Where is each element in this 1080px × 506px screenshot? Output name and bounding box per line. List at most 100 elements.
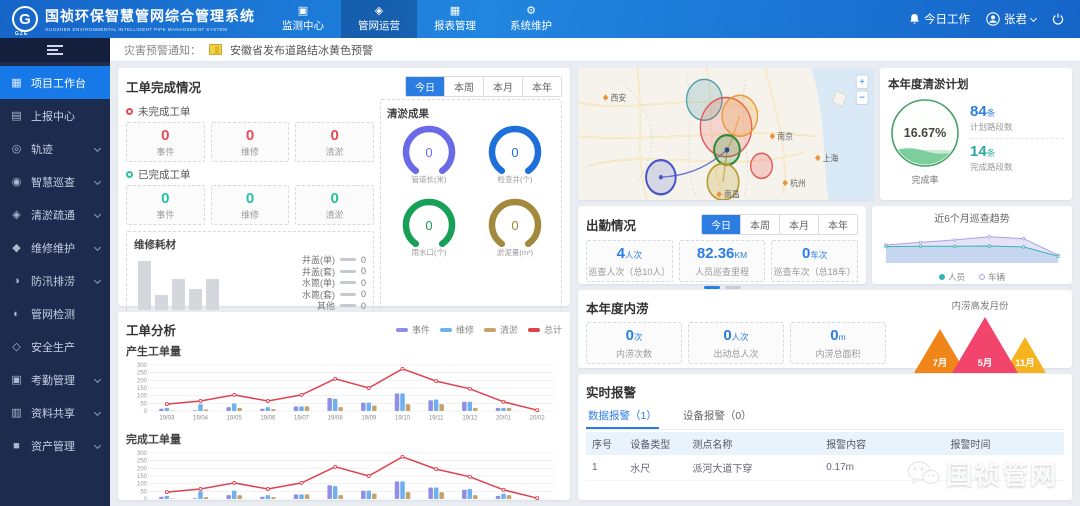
materials-bar (206, 279, 219, 310)
nav-item-管网运营[interactable]: ◈ 管网运营 (341, 0, 417, 38)
flood-card: 本年度内涝 0次 内涝次数 0人次 出动总人次 0m 内涝总面积 内涝高发月份 7月 5月 1… (578, 290, 1072, 373)
alarm-col-序号: 序号 (586, 432, 625, 455)
nav-item-报表管理[interactable]: ▦ 报表管理 (417, 0, 493, 38)
stat-value: 82.36KM (696, 245, 748, 262)
sidebar-item-管网检测[interactable]: ◐ 管网检测 (0, 297, 110, 330)
notice-message[interactable]: 安徽省发布道路结冰黄色预警 (230, 42, 373, 58)
svg-text:南京: 南京 (777, 131, 793, 142)
sidebar-item-维修维护[interactable]: ◆ 维修维护 (0, 231, 110, 264)
map-card[interactable]: 西安 南京 上海 杭州 南昌 + − (578, 68, 874, 200)
svg-text:19/10: 19/10 (395, 416, 411, 422)
svg-text:19/04: 19/04 (193, 416, 209, 422)
svg-text:300: 300 (137, 451, 148, 457)
sidebar-item-label: 防汛排涝 (31, 275, 75, 288)
gauge-管道长(米): 0 管道长(米) (387, 124, 471, 195)
alarm-row[interactable]: 1 水尺 派河大道下穿 0.17m (586, 455, 1064, 481)
att-tab-今日[interactable]: 今日 (702, 215, 740, 234)
materials-item-value: 0 (360, 277, 366, 288)
carousel-dash-active[interactable] (703, 286, 720, 289)
legend-item-清淤: 清淤 (483, 323, 518, 336)
svg-text:南昌: 南昌 (724, 189, 740, 200)
planned-count: 84条 (970, 103, 996, 120)
chevron-down-icon (93, 276, 102, 285)
materials-legend-item: 水篦(套) 0 (238, 289, 366, 301)
sidebar-icon-6: ◑ (13, 274, 20, 287)
svg-text:淤泥量(m³): 淤泥量(m³) (497, 247, 534, 257)
materials-bar (138, 261, 151, 310)
alarm-tab-数据报警（1）[interactable]: 数据报警（1） (586, 405, 659, 429)
svg-text:0: 0 (511, 218, 518, 233)
pipe-operation-icon: ◈ (374, 4, 384, 17)
att-tab-本月[interactable]: 本月 (779, 215, 818, 234)
sidebar-item-上报中心[interactable]: ▤ 上报中心 (0, 99, 110, 132)
stat-value: 0m (830, 327, 846, 344)
analysis-title: 工单分析 (126, 324, 177, 338)
sidebar-icon-10: ▥ (11, 407, 22, 419)
generated-orders-chart: 0 50 100 150 200 250 300 19/03 19/04 19/05 19/06 19… (126, 360, 562, 427)
attendance-carousel (586, 286, 858, 289)
trend-legend-车辆: 车辆 (979, 271, 1005, 283)
wo-tab-本周[interactable]: 本周 (444, 77, 483, 96)
completion-percent: 16.67% (904, 126, 946, 140)
att-tab-本年[interactable]: 本年 (818, 215, 857, 234)
wo-tab-本年[interactable]: 本年 (522, 77, 561, 96)
clean-results-title: 清淤成果 (387, 108, 429, 120)
legend-item-事件: 事件 (395, 323, 430, 336)
sidebar-item-资产管理[interactable]: ■ 资产管理 (0, 429, 110, 462)
svg-text:−: − (859, 91, 865, 104)
alarm-card: 实时报警 数据报警（1） 设备报警（0） 序号 设备类型 测点名称 报警内容 报警时间 1… (578, 374, 1072, 500)
svg-text:0: 0 (144, 409, 148, 415)
clean-plan-card: 本年度清淤计划 16.67% 完成率 84条 计划路段数 14条 完成路段数 (880, 68, 1072, 200)
sidebar-item-项目工作台[interactable]: ▦ 项目工作台 (0, 66, 110, 99)
sidebar-item-防汛排涝[interactable]: ◑ 防汛排涝 (0, 264, 110, 297)
att-tab-本周[interactable]: 本周 (740, 215, 779, 234)
sidebar-item-资料共享[interactable]: ▥ 资料共享 (0, 396, 110, 429)
trend-title: 近6个月巡查趋势 (934, 214, 1010, 225)
svg-text:250: 250 (137, 371, 148, 377)
legend-item-维修: 维修 (439, 323, 474, 336)
chevron-down-icon (93, 144, 102, 153)
stat-label: 巡查车次（总18车） (773, 267, 856, 277)
materials-panel: 维修耗材 井盖(单) 0 井盖(套) 0 水篦(单) 0 水篦(套) 0 其他 0 (126, 231, 374, 315)
nav-item-监测中心[interactable]: ▣ 监测中心 (265, 0, 341, 38)
alarm-tab-设备报警（0）[interactable]: 设备报警（0） (681, 405, 754, 429)
materials-item-value: 0 (360, 254, 366, 265)
unfinished-stats: 0 事件 0 维修 0 清淤 (126, 122, 375, 162)
wo-tab-本月[interactable]: 本月 (483, 77, 522, 96)
user-name: 张君 (1004, 14, 1027, 26)
chevron-down-icon (93, 177, 102, 186)
app-root: G GZE 国祯环保智慧管网综合管理系统 GUOZHEN ENVIRONMENT… (0, 0, 1080, 506)
stat-label: 清淤 (325, 147, 344, 157)
wo-tab-今日[interactable]: 今日 (406, 77, 444, 96)
sidebar-item-label: 资料共享 (31, 407, 75, 420)
sidebar-item-安全生产[interactable]: ◇ 安全生产 (0, 330, 110, 363)
sidebar-item-考勤管理[interactable]: ▣ 考勤管理 (0, 363, 110, 396)
legend-swatch (439, 327, 452, 332)
app-title: 国祯环保智慧管网综合管理系统 (45, 8, 255, 24)
svg-text:检查井(个): 检查井(个) (498, 174, 533, 184)
stat-value: 0 (161, 190, 170, 207)
logout-button[interactable] (1052, 13, 1064, 25)
sidebar-item-轨迹[interactable]: ◎ 轨迹 (0, 132, 110, 165)
stat-label: 维修 (241, 210, 260, 220)
svg-text:0: 0 (425, 145, 432, 160)
gauge-检查井(个): 0 检查井(个) (473, 124, 557, 195)
trend-legend-dot (938, 274, 945, 280)
logo-letter: G (19, 10, 31, 28)
sidebar-item-清淤疏通[interactable]: ◈ 清淤疏通 (0, 198, 110, 231)
sidebar-item-智慧巡查[interactable]: ◉ 智慧巡查 (0, 165, 110, 198)
nav-item-系统维护[interactable]: ⚙ 系统维护 (493, 0, 569, 38)
stat-box-巡查车次（总18车）: 0车次 巡查车次（总18车） (771, 240, 859, 282)
svg-text:+: + (860, 77, 866, 89)
chevron-down-icon (93, 243, 102, 252)
today-work-button[interactable]: 今日工作 (909, 11, 970, 27)
region-map[interactable]: 西安南京上海杭州南昌 + − (578, 68, 874, 200)
materials-legend-item: 其他 0 (238, 300, 366, 312)
carousel-dash[interactable] (724, 286, 741, 289)
stat-box-维修: 0 维修 (210, 185, 290, 225)
user-menu[interactable]: 张君 (986, 11, 1038, 27)
stat-label: 事件 (156, 147, 175, 157)
sidebar-collapse-toggle[interactable] (0, 38, 110, 62)
materials-dash-icon (339, 281, 356, 285)
chevron-down-icon (93, 375, 102, 384)
